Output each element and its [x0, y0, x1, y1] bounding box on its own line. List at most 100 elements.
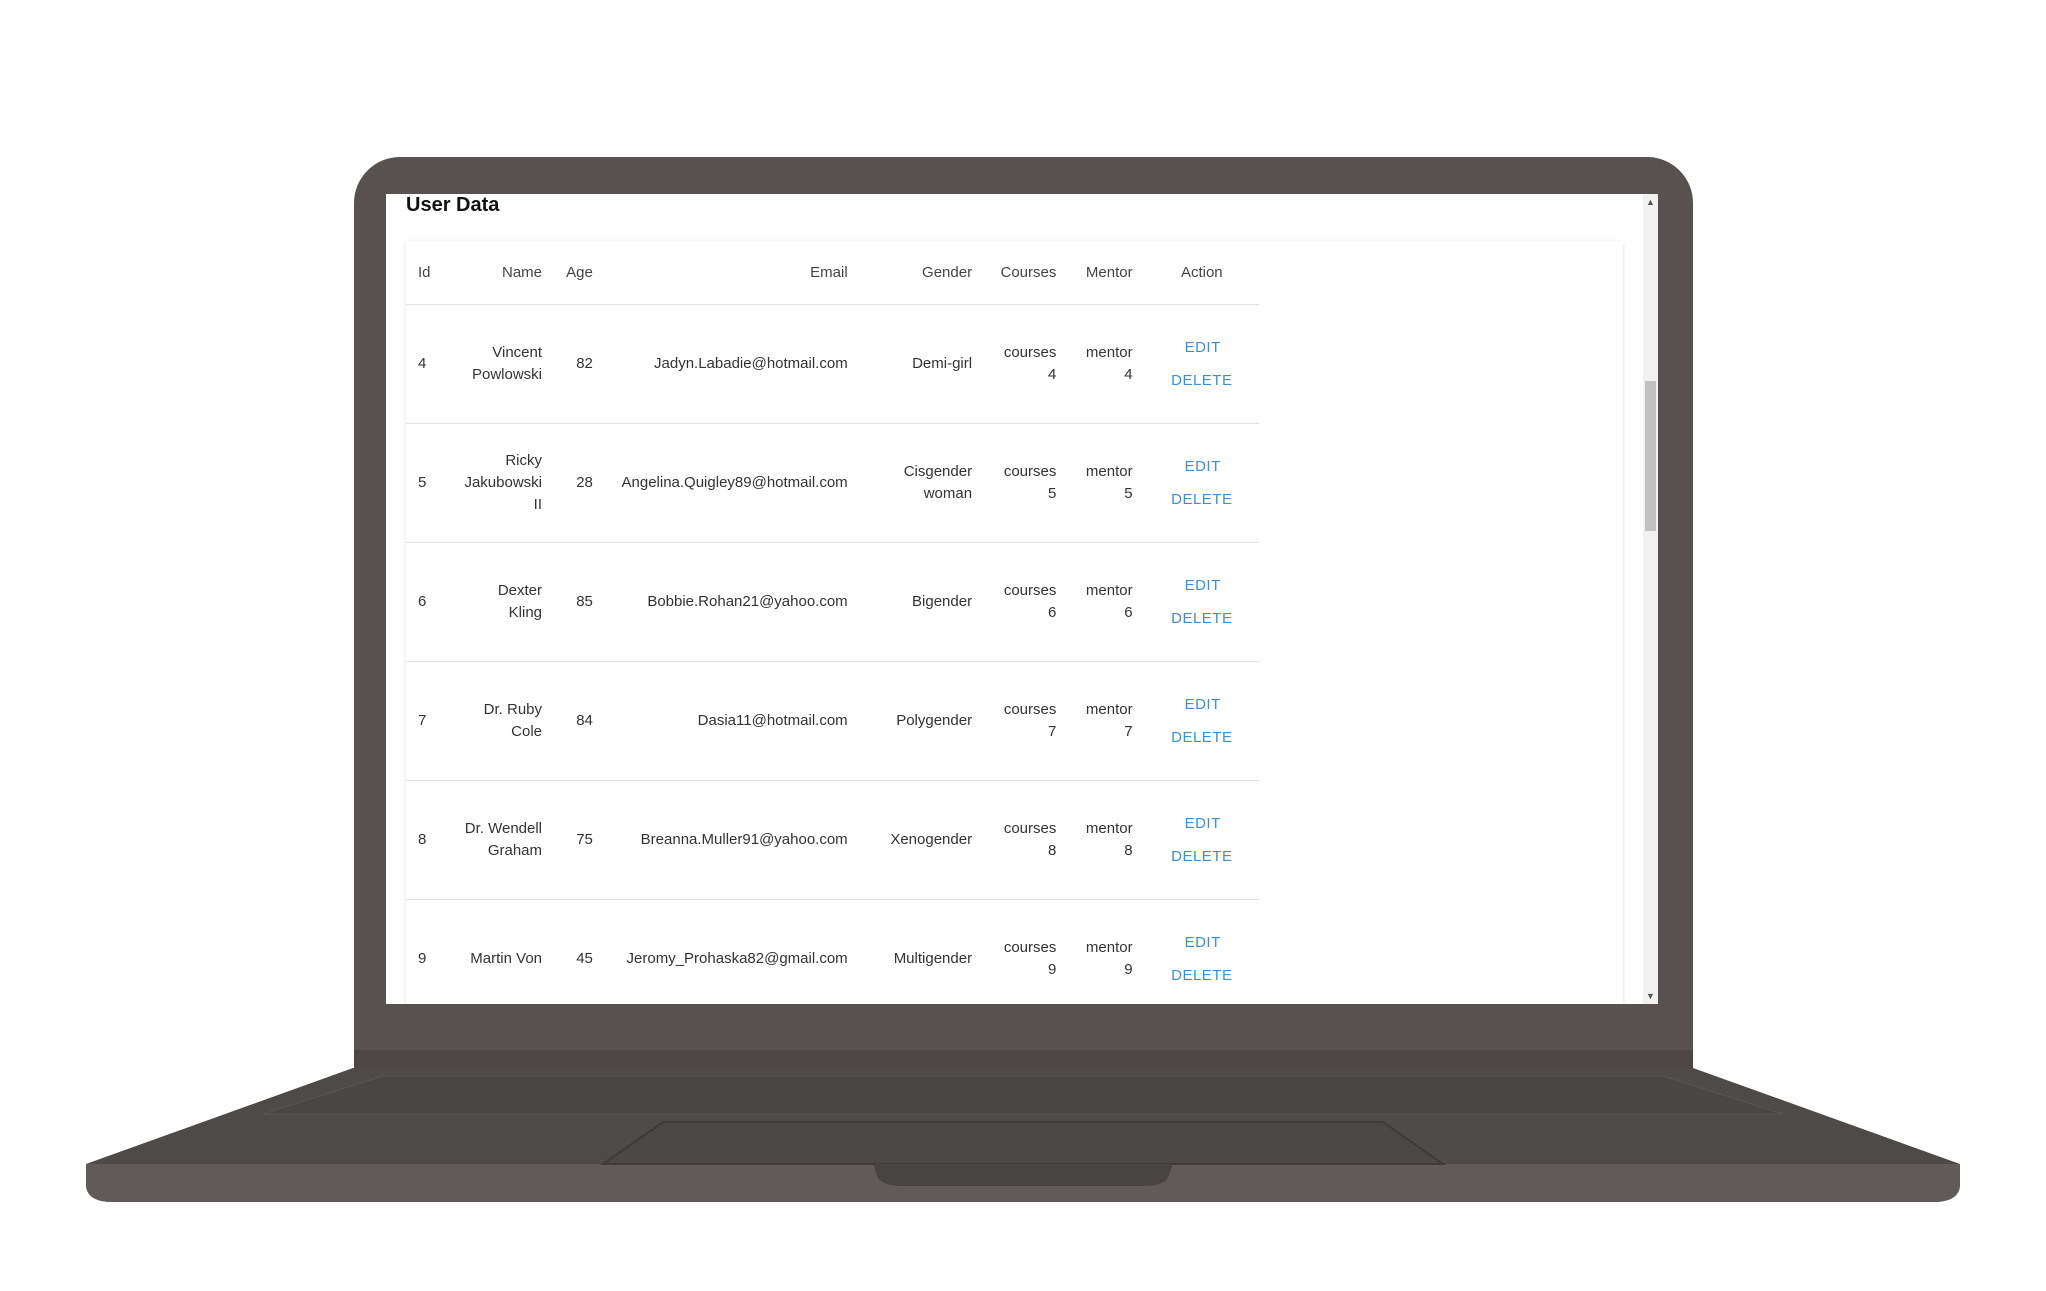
edit-button[interactable]: EDIT [1179, 450, 1227, 483]
cell-name: Dr. Ruby Cole [452, 661, 555, 781]
courses-number: 6 [1048, 604, 1057, 621]
mentor-label: mentor [1085, 820, 1133, 837]
cell-action: EDIT DELETE [1144, 899, 1259, 1004]
cell-age: 45 [554, 899, 605, 1004]
cell-name: Dr. Wendell Graham [452, 780, 555, 900]
cell-id: 7 [406, 661, 453, 781]
cell-id: 9 [406, 899, 453, 1004]
delete-button[interactable]: DELETE [1165, 483, 1238, 516]
edit-button[interactable]: EDIT [1179, 569, 1227, 602]
vertical-scrollbar[interactable]: ▲ ▼ [1643, 194, 1658, 1004]
table-row: 6 Dexter Kling 85 Bobbie.Rohan21@yahoo.c… [406, 542, 1259, 662]
name-line: Kling [508, 604, 543, 621]
courses-label: courses [1003, 463, 1057, 480]
table-row: 4 Vincent Powlowski 82 Jadyn.Labadie@hot… [406, 304, 1259, 424]
courses-label: courses [1003, 701, 1057, 718]
cell-mentor: mentor 9 [1068, 899, 1145, 1004]
scrollbar-thumb[interactable] [1645, 381, 1656, 531]
cell-courses: courses 5 [984, 423, 1069, 543]
cell-email: Jadyn.Labadie@hotmail.com [604, 304, 860, 424]
mentor-label: mentor [1085, 939, 1133, 956]
delete-button[interactable]: DELETE [1165, 840, 1238, 873]
courses-number: 8 [1048, 842, 1057, 859]
gender-line: Xenogender [890, 831, 973, 848]
name-line: Jakubowski [464, 474, 543, 491]
mentor-number: 6 [1124, 604, 1133, 621]
cell-name: Dexter Kling [452, 542, 555, 662]
page-title: User Data [406, 194, 500, 216]
cell-email: Breanna.Muller91@yahoo.com [604, 780, 860, 900]
courses-number: 5 [1048, 485, 1057, 502]
header-action: Action [1144, 241, 1259, 305]
delete-button[interactable]: DELETE [1165, 959, 1238, 992]
courses-label: courses [1003, 820, 1057, 837]
mentor-number: 7 [1124, 723, 1133, 740]
cell-gender: Xenogender [859, 780, 985, 900]
cell-mentor: mentor 4 [1068, 304, 1145, 424]
header-courses: Courses [984, 241, 1069, 305]
cell-id: 6 [406, 542, 453, 662]
edit-button[interactable]: EDIT [1179, 807, 1227, 840]
cell-name: Ricky Jakubowski II [452, 423, 555, 543]
cell-id: 8 [406, 780, 453, 900]
cell-age: 28 [554, 423, 605, 543]
header-name: Name [452, 241, 555, 305]
name-line: Powlowski [471, 366, 543, 383]
table-row: 9 Martin Von 45 Jeromy_Prohaska82@gmail.… [406, 899, 1259, 1004]
cell-courses: courses 4 [984, 304, 1069, 424]
name-line: Martin Von [470, 950, 543, 967]
name-line: Vincent [492, 344, 543, 361]
cell-age: 82 [554, 304, 605, 424]
header-gender: Gender [859, 241, 985, 305]
gender-line: woman [923, 485, 973, 502]
cell-courses: courses 8 [984, 780, 1069, 900]
name-line: II [533, 496, 543, 513]
mentor-number: 5 [1124, 485, 1133, 502]
cell-email: Bobbie.Rohan21@yahoo.com [604, 542, 860, 662]
mentor-label: mentor [1085, 582, 1133, 599]
cell-id: 4 [406, 304, 453, 424]
edit-button[interactable]: EDIT [1179, 331, 1227, 364]
mentor-number: 8 [1124, 842, 1133, 859]
delete-button[interactable]: DELETE [1165, 602, 1238, 635]
cell-action: EDIT DELETE [1144, 542, 1259, 662]
name-line: Graham [487, 842, 543, 859]
edit-button[interactable]: EDIT [1179, 688, 1227, 721]
user-table: Id Name Age Email Gender Courses Mentor … [406, 241, 1259, 1004]
cell-mentor: mentor 7 [1068, 661, 1145, 781]
gender-line: Bigender [912, 593, 973, 610]
table-row: 7 Dr. Ruby Cole 84 Dasia11@hotmail.com P… [406, 661, 1259, 781]
cell-action: EDIT DELETE [1144, 304, 1259, 424]
mentor-label: mentor [1085, 344, 1133, 361]
scroll-down-arrow-icon[interactable]: ▼ [1643, 988, 1658, 1004]
delete-button[interactable]: DELETE [1165, 364, 1238, 397]
cell-email: Dasia11@hotmail.com [604, 661, 860, 781]
name-line: Ricky [505, 452, 543, 469]
cell-age: 84 [554, 661, 605, 781]
name-line: Dr. Ruby [483, 701, 543, 718]
mentor-number: 9 [1124, 961, 1133, 978]
table-row: 8 Dr. Wendell Graham 75 Breanna.Muller91… [406, 780, 1259, 900]
cell-courses: courses 7 [984, 661, 1069, 781]
cell-mentor: mentor 5 [1068, 423, 1145, 543]
header-email: Email [604, 241, 860, 305]
cell-age: 75 [554, 780, 605, 900]
scroll-up-arrow-icon[interactable]: ▲ [1643, 194, 1658, 210]
name-line: Dr. Wendell [464, 820, 543, 837]
mentor-number: 4 [1124, 366, 1133, 383]
courses-label: courses [1003, 582, 1057, 599]
cell-gender: Cisgender woman [859, 423, 985, 543]
cell-mentor: mentor 6 [1068, 542, 1145, 662]
cell-name: Vincent Powlowski [452, 304, 555, 424]
courses-number: 9 [1048, 961, 1057, 978]
screen: User Data Id Name Age Email Gender Cours… [386, 194, 1658, 1004]
cell-action: EDIT DELETE [1144, 780, 1259, 900]
delete-button[interactable]: DELETE [1165, 721, 1238, 754]
courses-label: courses [1003, 939, 1057, 956]
edit-button[interactable]: EDIT [1179, 926, 1227, 959]
cell-id: 5 [406, 423, 453, 543]
cell-gender: Polygender [859, 661, 985, 781]
cell-mentor: mentor 8 [1068, 780, 1145, 900]
header-mentor: Mentor [1068, 241, 1145, 305]
laptop-base-graphic [86, 1068, 1960, 1202]
